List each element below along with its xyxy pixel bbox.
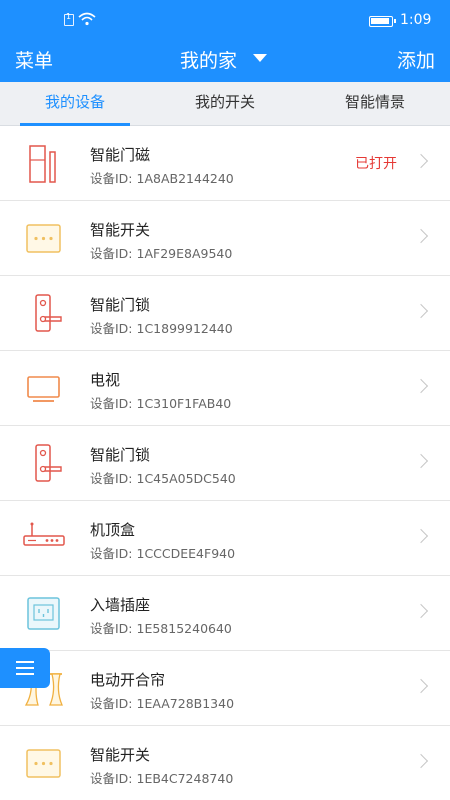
device-id: 设备ID: 1A8AB2144240 bbox=[90, 171, 234, 186]
smart-switch-icon bbox=[26, 749, 61, 778]
chevron-right-icon bbox=[413, 153, 429, 169]
device-id: 设备ID: 1C1899912440 bbox=[90, 321, 233, 336]
device-list: 智能门磁 设备ID: 1A8AB2144240 已打开 智能开关 设备ID: 1… bbox=[0, 126, 450, 800]
tab-bar: 我的设备 我的开关 智能情景 bbox=[0, 82, 450, 126]
tv-icon bbox=[27, 376, 60, 402]
device-id: 设备ID: 1CCCDEE4F940 bbox=[90, 546, 236, 561]
wifi-icon bbox=[78, 12, 96, 26]
floating-menu-button[interactable] bbox=[0, 648, 50, 688]
wall-socket-icon bbox=[27, 597, 60, 630]
device-name: 智能门锁 bbox=[90, 296, 151, 314]
tab-my-devices[interactable]: 我的设备 bbox=[0, 82, 150, 126]
device-name: 电视 bbox=[90, 371, 121, 389]
device-name: 智能门磁 bbox=[90, 146, 151, 164]
device-id: 设备ID: 1EB4C7248740 bbox=[90, 771, 234, 786]
device-row[interactable]: 机顶盒 设备ID: 1CCCDEE4F940 bbox=[0, 501, 450, 576]
device-row[interactable]: 入墙插座 设备ID: 1E5815240640 bbox=[0, 576, 450, 651]
device-id: 设备ID: 1AF29E8A9540 bbox=[90, 246, 233, 261]
device-name: 机顶盒 bbox=[90, 521, 136, 539]
device-id: 设备ID: 1C310F1FAB40 bbox=[90, 396, 232, 411]
device-id: 设备ID: 1EAA728B1340 bbox=[90, 696, 235, 711]
tab-my-switches[interactable]: 我的开关 bbox=[150, 82, 300, 126]
app-bar: 菜单 我的家 添加 bbox=[0, 40, 450, 82]
battery-icon bbox=[369, 16, 396, 27]
device-row[interactable]: 电动开合帘 设备ID: 1EAA728B1340 bbox=[0, 651, 450, 726]
tab-smart-scenes[interactable]: 智能情景 bbox=[300, 82, 450, 126]
device-name: 电动开合帘 bbox=[90, 671, 166, 689]
device-name: 智能门锁 bbox=[90, 446, 151, 464]
device-id: 设备ID: 1E5815240640 bbox=[90, 621, 232, 636]
device-row[interactable]: 智能门锁 设备ID: 1C1899912440 bbox=[0, 276, 450, 351]
device-row[interactable]: 智能开关 设备ID: 1AF29E8A9540 bbox=[0, 201, 450, 276]
device-id: 设备ID: 1C45A05DC540 bbox=[90, 471, 236, 486]
device-row[interactable]: 智能开关 设备ID: 1EB4C7248740 bbox=[0, 726, 450, 800]
chevron-right-icon bbox=[413, 603, 429, 619]
set-top-box-icon bbox=[23, 522, 65, 546]
device-row[interactable]: 智能门磁 设备ID: 1A8AB2144240 已打开 bbox=[0, 126, 450, 201]
device-row[interactable]: 智能门锁 设备ID: 1C45A05DC540 bbox=[0, 426, 450, 501]
device-name: 入墙插座 bbox=[90, 596, 151, 614]
status-bar: 1:09 bbox=[0, 0, 450, 40]
smart-switch-icon bbox=[26, 224, 61, 253]
status-time: 1:09 bbox=[400, 12, 432, 28]
door-lock-icon bbox=[35, 444, 62, 482]
hamburger-icon bbox=[16, 661, 34, 663]
chevron-right-icon bbox=[413, 228, 429, 244]
chevron-right-icon bbox=[413, 753, 429, 769]
chevron-right-icon bbox=[413, 453, 429, 469]
device-name: 智能开关 bbox=[90, 746, 151, 764]
device-status: 已打开 bbox=[355, 156, 397, 172]
device-row[interactable]: 电视 设备ID: 1C310F1FAB40 bbox=[0, 351, 450, 426]
chevron-down-icon[interactable] bbox=[253, 54, 267, 62]
chevron-right-icon bbox=[413, 378, 429, 394]
chevron-right-icon bbox=[413, 678, 429, 694]
door-sensor-icon bbox=[29, 145, 56, 183]
home-selector[interactable]: 我的家 bbox=[180, 46, 237, 73]
device-name: 智能开关 bbox=[90, 221, 151, 239]
chevron-right-icon bbox=[413, 303, 429, 319]
sim-card-icon bbox=[64, 12, 74, 26]
door-lock-icon bbox=[35, 294, 62, 332]
menu-button[interactable]: 菜单 bbox=[15, 46, 53, 73]
add-button[interactable]: 添加 bbox=[397, 46, 435, 73]
chevron-right-icon bbox=[413, 528, 429, 544]
